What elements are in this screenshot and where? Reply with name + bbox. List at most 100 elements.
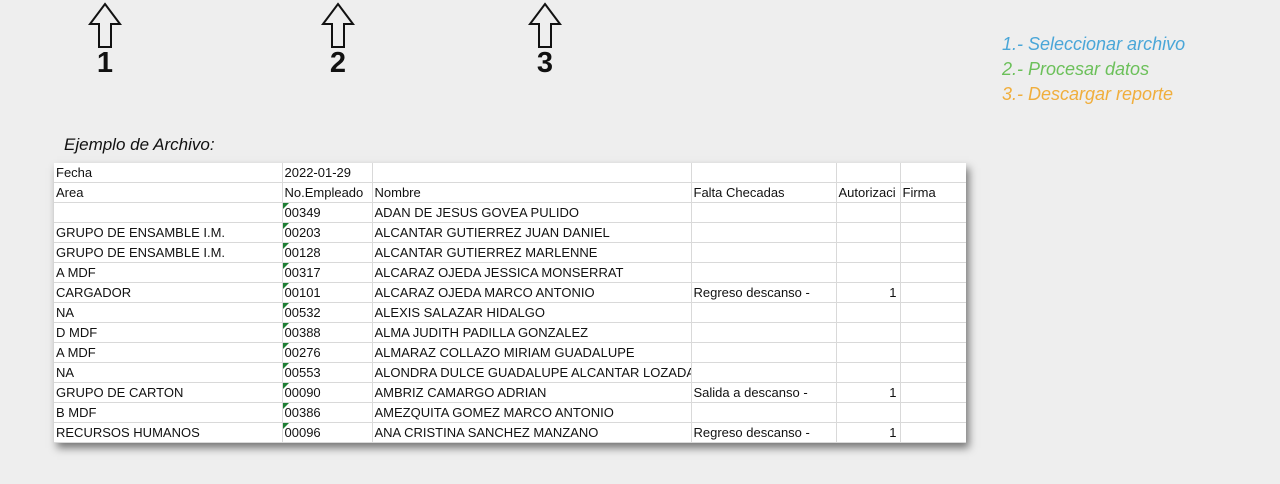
cell-col-4: Falta Checadas: [691, 182, 837, 203]
cell-col-4: [691, 222, 837, 243]
cell-col-4: Regreso descanso -: [691, 282, 837, 303]
cell-col-5: [836, 202, 901, 223]
cell-col-5: [836, 302, 901, 323]
cell-col-5: [836, 342, 901, 363]
table-row: NA 00532 ALEXIS SALAZAR HIDALGO: [54, 302, 966, 323]
cell-col-2: 00317: [282, 262, 373, 283]
cell-col-5: Autorizaci: [836, 182, 901, 203]
cell-col-1: D MDF: [54, 322, 283, 343]
cell-col-2: 00349: [282, 202, 373, 223]
cell-col-6: [900, 242, 966, 263]
cell-col-3: ANA CRISTINA SANCHEZ MANZANO: [372, 422, 692, 443]
cell-col-6: [900, 202, 966, 223]
cell-col-4: [691, 342, 837, 363]
cell-col-6: [900, 362, 966, 383]
cell-col-1: GRUPO DE CARTON: [54, 382, 283, 403]
cell-col-4: [691, 163, 837, 183]
cell-col-2: 00128: [282, 242, 373, 263]
table-row: RECURSOS HUMANOS 00096 ANA CRISTINA SANCHE…: [54, 422, 966, 443]
cell-col-5: [836, 322, 901, 343]
cell-col-2: No.Empleado: [282, 182, 373, 203]
cell-col-2: 00553: [282, 362, 373, 383]
cell-col-6: [900, 302, 966, 323]
cell-col-4: [691, 242, 837, 263]
cell-col-3: ALCARAZ OJEDA JESSICA MONSERRAT: [372, 262, 692, 283]
legend-step-3: 3.- Descargar reporte: [1002, 84, 1174, 104]
arrow-up-icon: [88, 2, 122, 48]
cell-col-6: Firma: [900, 182, 966, 203]
cell-col-4: [691, 402, 837, 423]
cell-col-4: Regreso descanso -: [691, 422, 837, 443]
cell-col-3: Nombre: [372, 182, 692, 203]
cell-col-2: 00090: [282, 382, 373, 403]
cell-col-5: 1: [836, 422, 901, 443]
cell-col-6: [900, 262, 966, 283]
cell-col-1: B MDF: [54, 402, 283, 423]
table-row: CARGADOR 00101 ALCARAZ OJEDA MARCO ANTONIO…: [54, 282, 966, 303]
cell-col-1: NA: [54, 362, 283, 383]
table-row: 00349 ADAN DE JESUS GOVEA PULIDO: [54, 202, 966, 223]
spreadsheet-table: Fecha 2022-01-29 Area No.Empleado Nombre Falt…: [54, 163, 966, 443]
cell-col-2: 00203: [282, 222, 373, 243]
cell-col-1: [54, 202, 283, 223]
cell-col-3: ALCARAZ OJEDA MARCO ANTONIO: [372, 282, 692, 303]
table-row: NA 00553 ALONDRA DULCE GUADALUPE ALCANTAR …: [54, 362, 966, 383]
table-row: [54, 442, 966, 443]
cell-col-3: [372, 163, 692, 183]
cell-col-4: Salida a descanso -: [691, 382, 837, 403]
cell-col-4: [691, 442, 837, 443]
cell-col-2: 00388: [282, 322, 373, 343]
cell-col-1: Fecha: [54, 163, 283, 183]
cell-col-1: CARGADOR: [54, 282, 283, 303]
cell-col-3: ALONDRA DULCE GUADALUPE ALCANTAR LOZADA: [372, 362, 692, 383]
step-3-indicator: 3: [525, 2, 565, 78]
cell-col-5: [836, 362, 901, 383]
header-row: Area No.Empleado Nombre Falta Checadas Autor…: [54, 182, 966, 203]
step-1-indicator: 1: [85, 2, 125, 78]
cell-col-2: 00096: [282, 422, 373, 443]
cell-col-5: [836, 242, 901, 263]
step-number: 2: [329, 47, 347, 79]
table-row: A MDF 00276 ALMARAZ COLLAZO MIRIAM GUADALU…: [54, 342, 966, 363]
table-row: D MDF 00388 ALMA JUDITH PADILLA GONZALEZ: [54, 322, 966, 343]
cell-col-5: [836, 262, 901, 283]
table-row: GRUPO DE ENSAMBLE I.M. 00203 ALCANTAR GUTI…: [54, 222, 966, 243]
cell-col-6: [900, 402, 966, 423]
cell-col-3: AMEZQUITA GOMEZ MARCO ANTONIO: [372, 402, 692, 423]
cell-col-1: RECURSOS HUMANOS: [54, 422, 283, 443]
table-row: GRUPO DE ENSAMBLE I.M. 00128 ALCANTAR GUTI…: [54, 242, 966, 263]
cell-col-1: GRUPO DE ENSAMBLE I.M.: [54, 222, 283, 243]
cell-col-3: AMBRIZ CAMARGO ADRIAN: [372, 382, 692, 403]
date-row: Fecha 2022-01-29: [54, 163, 966, 183]
cell-col-6: [900, 222, 966, 243]
cell-col-3: ALEXIS SALAZAR HIDALGO: [372, 302, 692, 323]
step-number: 1: [96, 47, 114, 79]
cell-col-3: ALCANTAR GUTIERREZ JUAN DANIEL: [372, 222, 692, 243]
cell-col-4: [691, 362, 837, 383]
cell-col-4: [691, 322, 837, 343]
cell-col-2: 00276: [282, 342, 373, 363]
cell-col-6: [900, 422, 966, 443]
cell-col-6: [900, 163, 966, 183]
cell-col-5: 1: [836, 382, 901, 403]
cell-col-4: [691, 302, 837, 323]
cell-col-4: [691, 202, 837, 223]
legend-step-1: 1.- Seleccionar archivo: [1002, 34, 1186, 54]
cell-col-2: [282, 442, 373, 443]
step-number: 3: [536, 47, 554, 79]
cell-col-1: GRUPO DE ENSAMBLE I.M.: [54, 242, 283, 263]
arrow-up-icon: [528, 2, 562, 48]
cell-col-5: [836, 163, 901, 183]
step-2-indicator: 2: [318, 2, 358, 78]
cell-col-1: A MDF: [54, 342, 283, 363]
cell-col-4: [691, 262, 837, 283]
table-row: A MDF 00317 ALCARAZ OJEDA JESSICA MONSERRA…: [54, 262, 966, 283]
cell-col-2: 00386: [282, 402, 373, 423]
arrow-up-icon: [321, 2, 355, 48]
legend-step-2: 2.- Procesar datos: [1002, 59, 1150, 79]
table-row: B MDF 00386 AMEZQUITA GOMEZ MARCO ANTONIO: [54, 402, 966, 423]
cell-col-6: [900, 322, 966, 343]
cell-col-1: Area: [54, 182, 283, 203]
example-spreadsheet: Fecha 2022-01-29 Area No.Empleado Nombre Falt…: [54, 163, 966, 443]
cell-col-3: ALMARAZ COLLAZO MIRIAM GUADALUPE: [372, 342, 692, 363]
